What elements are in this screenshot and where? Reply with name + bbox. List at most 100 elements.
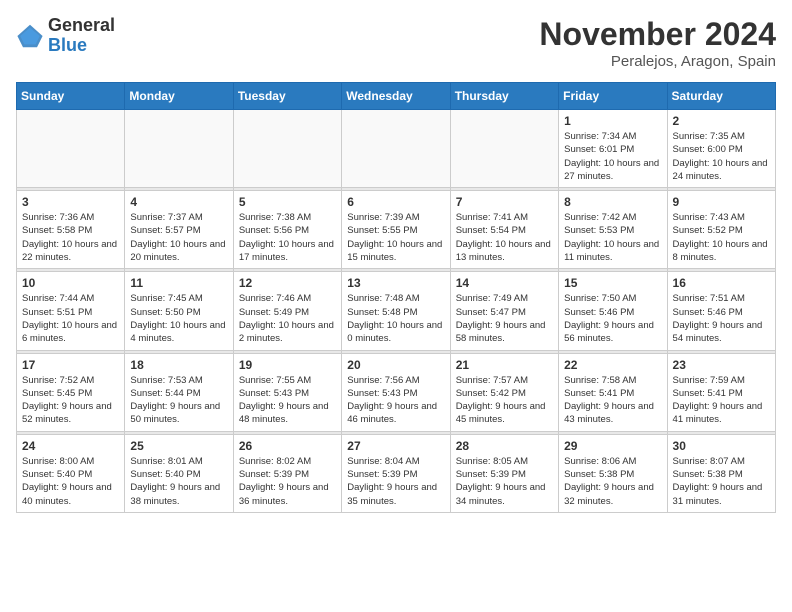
- calendar-cell: [233, 110, 341, 188]
- calendar-cell: [125, 110, 233, 188]
- day-number: 14: [456, 276, 553, 290]
- day-header-wednesday: Wednesday: [342, 83, 450, 110]
- day-number: 29: [564, 439, 661, 453]
- day-info: Sunrise: 7:49 AMSunset: 5:47 PMDaylight:…: [456, 292, 553, 345]
- calendar-cell: [450, 110, 558, 188]
- calendar-table: SundayMondayTuesdayWednesdayThursdayFrid…: [16, 82, 776, 513]
- calendar-week-row: 3 Sunrise: 7:36 AMSunset: 5:58 PMDaylight…: [17, 191, 776, 269]
- day-info: Sunrise: 7:42 AMSunset: 5:53 PMDaylight:…: [564, 211, 661, 264]
- day-header-tuesday: Tuesday: [233, 83, 341, 110]
- day-number: 6: [347, 195, 444, 209]
- logo: General Blue: [16, 16, 115, 56]
- location: Peralejos, Aragon, Spain: [539, 53, 776, 70]
- calendar-cell: [342, 110, 450, 188]
- day-info: Sunrise: 7:58 AMSunset: 5:41 PMDaylight:…: [564, 374, 661, 427]
- calendar-week-row: 10Sunrise: 7:44 AMSunset: 5:51 PMDayligh…: [17, 272, 776, 350]
- day-number: 13: [347, 276, 444, 290]
- day-number: 4: [130, 195, 227, 209]
- day-number: 25: [130, 439, 227, 453]
- day-info: Sunrise: 7:41 AMSunset: 5:54 PMDaylight:…: [456, 211, 553, 264]
- calendar-cell: [17, 110, 125, 188]
- logo-general: General: [48, 15, 115, 35]
- calendar-cell: 17 Sunrise: 7:52 AMSunset: 5:45 PMDayligh…: [17, 353, 125, 431]
- day-number: 12: [239, 276, 336, 290]
- day-info: Sunrise: 7:57 AMSunset: 5:42 PMDaylight:…: [456, 374, 553, 427]
- day-number: 21: [456, 358, 553, 372]
- day-info: Sunrise: 7:34 AMSunset: 6:01 PMDaylight:…: [564, 130, 661, 183]
- day-number: 5: [239, 195, 336, 209]
- calendar-cell: 27 Sunrise: 8:04 AMSunset: 5:39 PMDayligh…: [342, 434, 450, 512]
- day-number: 18: [130, 358, 227, 372]
- calendar-week-row: 24 Sunrise: 8:00 AMSunset: 5:40 PMDayligh…: [17, 434, 776, 512]
- day-number: 7: [456, 195, 553, 209]
- calendar-cell: 29 Sunrise: 8:06 AMSunset: 5:38 PMDayligh…: [559, 434, 667, 512]
- calendar-cell: 5Sunrise: 7:38 AMSunset: 5:56 PMDaylight…: [233, 191, 341, 269]
- calendar-cell: 26Sunrise: 8:02 AMSunset: 5:39 PMDayligh…: [233, 434, 341, 512]
- day-number: 8: [564, 195, 661, 209]
- day-number: 30: [673, 439, 770, 453]
- day-info: Sunrise: 7:50 AMSunset: 5:46 PMDaylight:…: [564, 292, 661, 345]
- calendar-cell: 18 Sunrise: 7:53 AMSunset: 5:44 PMDayligh…: [125, 353, 233, 431]
- calendar-header-row: SundayMondayTuesdayWednesdayThursdayFrid…: [17, 83, 776, 110]
- calendar-cell: 9 Sunrise: 7:43 AMSunset: 5:52 PMDaylight…: [667, 191, 775, 269]
- day-header-friday: Friday: [559, 83, 667, 110]
- calendar-cell: 4 Sunrise: 7:37 AMSunset: 5:57 PMDaylight…: [125, 191, 233, 269]
- calendar-cell: 10Sunrise: 7:44 AMSunset: 5:51 PMDayligh…: [17, 272, 125, 350]
- day-info: Sunrise: 7:39 AMSunset: 5:55 PMDaylight:…: [347, 211, 444, 264]
- day-info: Sunrise: 8:00 AMSunset: 5:40 PMDaylight:…: [22, 455, 119, 508]
- day-info: Sunrise: 8:01 AMSunset: 5:40 PMDaylight:…: [130, 455, 227, 508]
- calendar-cell: 8 Sunrise: 7:42 AMSunset: 5:53 PMDaylight…: [559, 191, 667, 269]
- day-info: Sunrise: 7:35 AMSunset: 6:00 PMDaylight:…: [673, 130, 770, 183]
- day-number: 20: [347, 358, 444, 372]
- day-info: Sunrise: 7:52 AMSunset: 5:45 PMDaylight:…: [22, 374, 119, 427]
- logo-icon: [16, 22, 44, 50]
- day-info: Sunrise: 7:37 AMSunset: 5:57 PMDaylight:…: [130, 211, 227, 264]
- day-number: 23: [673, 358, 770, 372]
- calendar-cell: 20Sunrise: 7:56 AMSunset: 5:43 PMDayligh…: [342, 353, 450, 431]
- day-number: 11: [130, 276, 227, 290]
- calendar-cell: 1Sunrise: 7:34 AMSunset: 6:01 PMDaylight…: [559, 110, 667, 188]
- calendar-cell: 3 Sunrise: 7:36 AMSunset: 5:58 PMDaylight…: [17, 191, 125, 269]
- calendar-cell: 30 Sunrise: 8:07 AMSunset: 5:38 PMDayligh…: [667, 434, 775, 512]
- calendar-cell: 19 Sunrise: 7:55 AMSunset: 5:43 PMDayligh…: [233, 353, 341, 431]
- calendar-cell: 12 Sunrise: 7:46 AMSunset: 5:49 PMDayligh…: [233, 272, 341, 350]
- calendar-cell: 25 Sunrise: 8:01 AMSunset: 5:40 PMDayligh…: [125, 434, 233, 512]
- day-info: Sunrise: 7:43 AMSunset: 5:52 PMDaylight:…: [673, 211, 770, 264]
- calendar-cell: 2 Sunrise: 7:35 AMSunset: 6:00 PMDaylight…: [667, 110, 775, 188]
- calendar-cell: 6 Sunrise: 7:39 AMSunset: 5:55 PMDaylight…: [342, 191, 450, 269]
- calendar-cell: 15Sunrise: 7:50 AMSunset: 5:46 PMDayligh…: [559, 272, 667, 350]
- page-header: General Blue November 2024 Peralejos, Ar…: [16, 16, 776, 70]
- calendar-cell: 23 Sunrise: 7:59 AMSunset: 5:41 PMDayligh…: [667, 353, 775, 431]
- day-info: Sunrise: 7:45 AMSunset: 5:50 PMDaylight:…: [130, 292, 227, 345]
- month-title: November 2024: [539, 16, 776, 53]
- day-info: Sunrise: 7:53 AMSunset: 5:44 PMDaylight:…: [130, 374, 227, 427]
- day-number: 16: [673, 276, 770, 290]
- day-info: Sunrise: 7:44 AMSunset: 5:51 PMDaylight:…: [22, 292, 119, 345]
- day-number: 9: [673, 195, 770, 209]
- calendar-cell: 28Sunrise: 8:05 AMSunset: 5:39 PMDayligh…: [450, 434, 558, 512]
- day-number: 26: [239, 439, 336, 453]
- day-number: 22: [564, 358, 661, 372]
- day-number: 17: [22, 358, 119, 372]
- logo-blue: Blue: [48, 35, 87, 55]
- day-info: Sunrise: 7:36 AMSunset: 5:58 PMDaylight:…: [22, 211, 119, 264]
- day-header-thursday: Thursday: [450, 83, 558, 110]
- day-header-monday: Monday: [125, 83, 233, 110]
- day-info: Sunrise: 8:04 AMSunset: 5:39 PMDaylight:…: [347, 455, 444, 508]
- day-number: 19: [239, 358, 336, 372]
- day-info: Sunrise: 7:51 AMSunset: 5:46 PMDaylight:…: [673, 292, 770, 345]
- calendar-cell: 22 Sunrise: 7:58 AMSunset: 5:41 PMDayligh…: [559, 353, 667, 431]
- day-header-sunday: Sunday: [17, 83, 125, 110]
- day-info: Sunrise: 8:07 AMSunset: 5:38 PMDaylight:…: [673, 455, 770, 508]
- day-number: 27: [347, 439, 444, 453]
- calendar-cell: 16 Sunrise: 7:51 AMSunset: 5:46 PMDayligh…: [667, 272, 775, 350]
- day-number: 3: [22, 195, 119, 209]
- day-info: Sunrise: 8:06 AMSunset: 5:38 PMDaylight:…: [564, 455, 661, 508]
- day-number: 2: [673, 114, 770, 128]
- calendar-cell: 7 Sunrise: 7:41 AMSunset: 5:54 PMDaylight…: [450, 191, 558, 269]
- day-info: Sunrise: 7:59 AMSunset: 5:41 PMDaylight:…: [673, 374, 770, 427]
- day-number: 24: [22, 439, 119, 453]
- calendar-week-row: 17 Sunrise: 7:52 AMSunset: 5:45 PMDayligh…: [17, 353, 776, 431]
- day-info: Sunrise: 7:46 AMSunset: 5:49 PMDaylight:…: [239, 292, 336, 345]
- day-info: Sunrise: 7:55 AMSunset: 5:43 PMDaylight:…: [239, 374, 336, 427]
